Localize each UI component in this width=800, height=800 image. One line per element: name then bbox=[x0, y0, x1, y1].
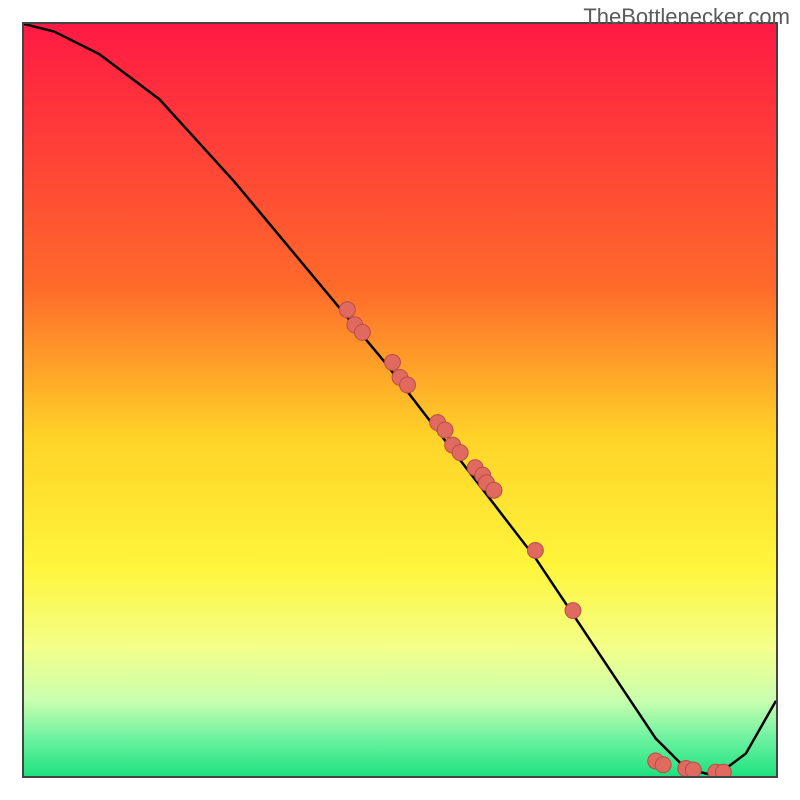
chart-container: TheBottlenecker.com bbox=[0, 0, 800, 800]
data-point bbox=[437, 422, 453, 438]
data-point bbox=[486, 482, 502, 498]
data-point bbox=[565, 603, 581, 619]
data-point bbox=[339, 302, 355, 318]
data-point bbox=[527, 542, 543, 558]
data-point bbox=[400, 377, 416, 393]
data-point bbox=[655, 757, 671, 773]
watermark-label: TheBottlenecker.com bbox=[583, 4, 790, 30]
data-point bbox=[685, 762, 701, 776]
data-point bbox=[452, 445, 468, 461]
data-points bbox=[24, 24, 776, 776]
data-point bbox=[715, 764, 731, 776]
plot-area bbox=[22, 22, 778, 778]
data-point bbox=[354, 324, 370, 340]
data-point bbox=[385, 354, 401, 370]
